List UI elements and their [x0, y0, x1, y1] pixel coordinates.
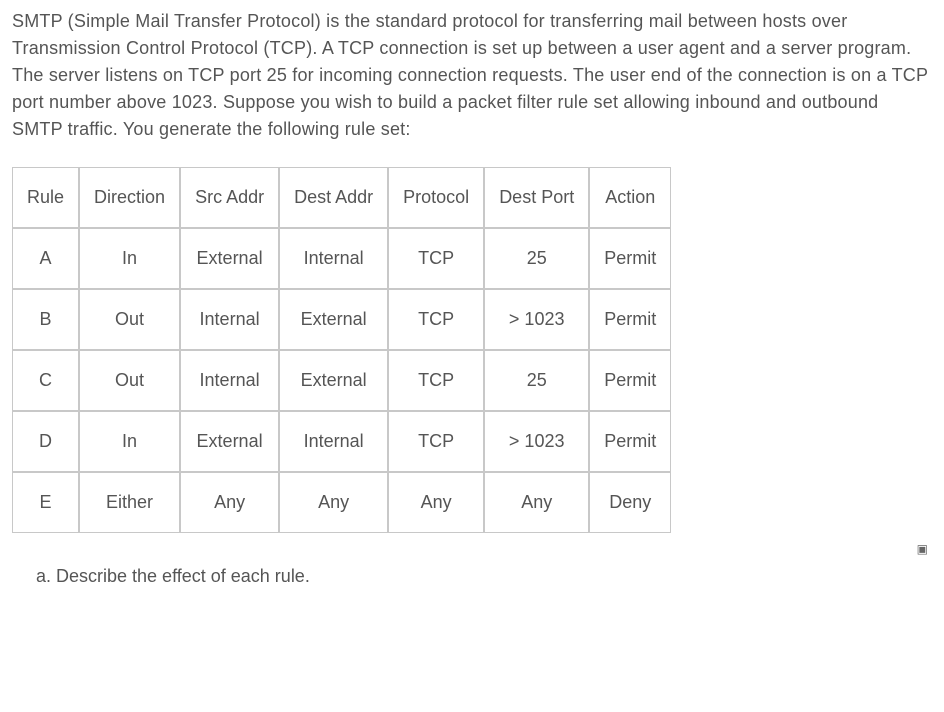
col-dest-port: Dest Port [484, 167, 589, 228]
cell-src-addr: Internal [180, 350, 279, 411]
question-a: a. Describe the effect of each rule. [36, 563, 932, 590]
cell-action: Permit [589, 411, 671, 472]
cell-dest-port: 25 [484, 350, 589, 411]
cell-protocol: TCP [388, 228, 484, 289]
cell-src-addr: External [180, 411, 279, 472]
cell-action: Permit [589, 289, 671, 350]
col-protocol: Protocol [388, 167, 484, 228]
cell-dest-port: > 1023 [484, 411, 589, 472]
table-row: A In External Internal TCP 25 Permit [12, 228, 671, 289]
cell-rule: C [12, 350, 79, 411]
cell-dest-addr: External [279, 350, 388, 411]
cell-rule: E [12, 472, 79, 533]
cell-dest-port: > 1023 [484, 289, 589, 350]
cell-action: Deny [589, 472, 671, 533]
cell-protocol: TCP [388, 411, 484, 472]
cell-dest-addr: External [279, 289, 388, 350]
cell-protocol: Any [388, 472, 484, 533]
cell-src-addr: Internal [180, 289, 279, 350]
cell-dest-addr: Any [279, 472, 388, 533]
cell-rule: A [12, 228, 79, 289]
cell-dest-port: Any [484, 472, 589, 533]
table-header-row: Rule Direction Src Addr Dest Addr Protoc… [12, 167, 671, 228]
cell-direction: In [79, 228, 180, 289]
cell-src-addr: Any [180, 472, 279, 533]
cell-action: Permit [589, 350, 671, 411]
col-action: Action [589, 167, 671, 228]
cell-dest-port: 25 [484, 228, 589, 289]
table-row: D In External Internal TCP > 1023 Permit [12, 411, 671, 472]
table-row: C Out Internal External TCP 25 Permit [12, 350, 671, 411]
cell-dest-addr: Internal [279, 411, 388, 472]
cell-protocol: TCP [388, 289, 484, 350]
table-row: B Out Internal External TCP > 1023 Permi… [12, 289, 671, 350]
cell-dest-addr: Internal [279, 228, 388, 289]
rules-table: Rule Direction Src Addr Dest Addr Protoc… [12, 167, 671, 533]
table-row: E Either Any Any Any Any Deny [12, 472, 671, 533]
cell-direction: In [79, 411, 180, 472]
redacted-block [315, 568, 375, 586]
col-rule: Rule [12, 167, 79, 228]
cell-src-addr: External [180, 228, 279, 289]
side-glyph-icon: ▣ [917, 540, 928, 558]
col-dest-addr: Dest Addr [279, 167, 388, 228]
cell-rule: B [12, 289, 79, 350]
col-src-addr: Src Addr [180, 167, 279, 228]
cell-direction: Either [79, 472, 180, 533]
col-direction: Direction [79, 167, 180, 228]
question-text: a. Describe the effect of each rule. [36, 566, 310, 586]
cell-action: Permit [589, 228, 671, 289]
cell-direction: Out [79, 289, 180, 350]
cell-rule: D [12, 411, 79, 472]
cell-direction: Out [79, 350, 180, 411]
cell-protocol: TCP [388, 350, 484, 411]
intro-paragraph: SMTP (Simple Mail Transfer Protocol) is … [12, 8, 932, 143]
